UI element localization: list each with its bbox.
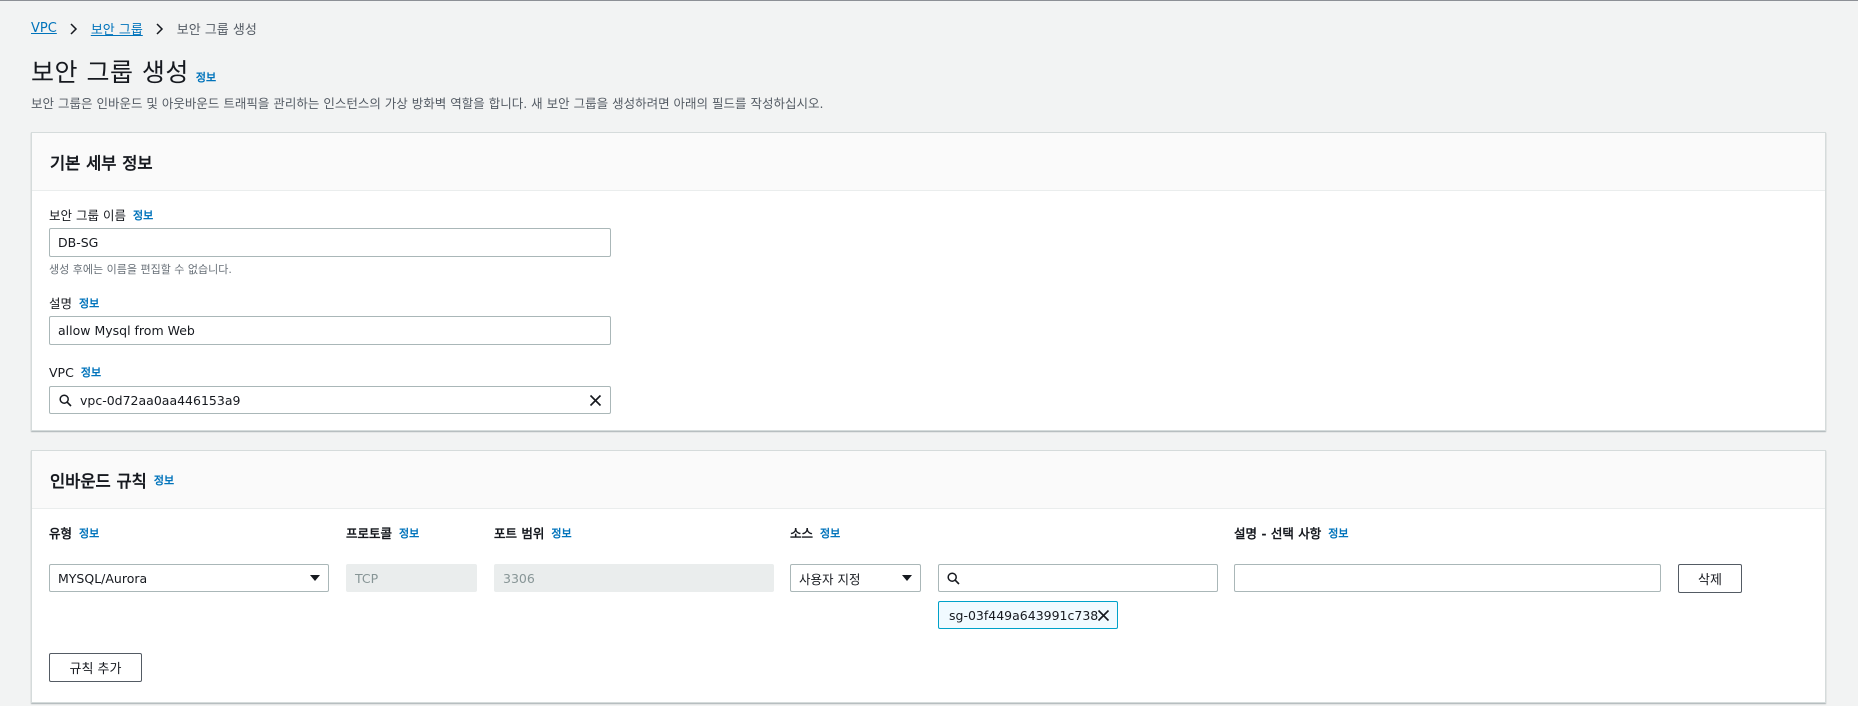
breadcrumb-security-groups-link[interactable]: 보안 그룹 <box>91 19 143 38</box>
col-description-info-link[interactable]: 정보 <box>1328 525 1348 541</box>
sg-name-input[interactable]: DB-SG <box>49 228 611 257</box>
rule-source-type-value: 사용자 지정 <box>799 571 861 587</box>
col-type: 유형 정보 <box>49 523 99 542</box>
chevron-right-icon <box>69 22 79 35</box>
col-type-label: 유형 <box>49 526 73 541</box>
page-header: 보안 그룹 생성 정보 <box>31 53 216 89</box>
breadcrumb-vpc-link[interactable]: VPC <box>31 21 57 36</box>
col-port-label: 포트 범위 <box>494 526 545 541</box>
inbound-rules-title: 인바운드 규칙 <box>50 471 147 491</box>
source-token: sg-03f449a643991c738 <box>938 601 1118 629</box>
caret-down-icon <box>310 575 320 581</box>
description-info-link[interactable]: 정보 <box>79 295 99 311</box>
page-description: 보안 그룹은 인바운드 및 아웃바운드 트래픽을 관리하는 인스턴스의 가상 방… <box>31 96 824 111</box>
col-protocol-label: 프로토콜 <box>346 526 393 541</box>
col-port: 포트 범위 정보 <box>494 523 572 542</box>
basic-details-title: 기본 세부 정보 <box>50 153 153 173</box>
vpc-label: VPC <box>49 364 74 380</box>
col-source-info-link[interactable]: 정보 <box>820 525 840 541</box>
rule-source-search-input[interactable] <box>938 564 1218 592</box>
rule-type-value: MYSQL/Aurora <box>58 570 148 586</box>
rule-port-value: 3306 <box>503 570 535 586</box>
sg-name-label-row: 보안 그룹 이름 정보 <box>49 205 153 224</box>
col-source: 소스 정보 <box>790 523 840 542</box>
source-token-label: sg-03f449a643991c738 <box>949 607 1099 623</box>
col-port-info-link[interactable]: 정보 <box>551 525 571 541</box>
delete-rule-button[interactable]: 삭제 <box>1678 564 1742 593</box>
vpc-label-row: VPC 정보 <box>49 364 101 380</box>
col-protocol-info-link[interactable]: 정보 <box>399 525 419 541</box>
close-icon[interactable] <box>1097 609 1110 622</box>
add-rule-button[interactable]: 규칙 추가 <box>49 653 142 682</box>
breadcrumb-current: 보안 그룹 생성 <box>176 23 257 38</box>
sg-name-label: 보안 그룹 이름 <box>49 208 126 223</box>
rule-type-select[interactable]: MYSQL/Aurora <box>49 564 329 592</box>
caret-down-icon <box>902 575 912 581</box>
vpc-select-input[interactable]: vpc-0d72aa0aa446153a9 <box>49 386 611 414</box>
basic-details-header: 기본 세부 정보 <box>32 133 1825 191</box>
description-input[interactable]: allow Mysql from Web <box>49 316 611 345</box>
breadcrumb: VPC 보안 그룹 보안 그룹 생성 <box>31 19 257 38</box>
rule-port-input: 3306 <box>494 564 774 592</box>
page-title: 보안 그룹 생성 <box>31 58 189 87</box>
vpc-value: vpc-0d72aa0aa446153a9 <box>80 392 241 408</box>
description-label: 설명 <box>49 296 73 311</box>
rule-description-input[interactable] <box>1234 564 1661 592</box>
search-icon <box>59 393 72 407</box>
search-icon <box>947 571 960 585</box>
col-description: 설명 - 선택 사항 정보 <box>1234 523 1349 542</box>
description-value: allow Mysql from Web <box>58 323 195 338</box>
col-description-label: 설명 - 선택 사항 <box>1234 526 1322 541</box>
vpc-info-link[interactable]: 정보 <box>81 364 101 380</box>
inbound-rules-header: 인바운드 규칙 정보 <box>32 451 1825 509</box>
inbound-info-link[interactable]: 정보 <box>154 472 174 488</box>
inbound-rules-panel: 인바운드 규칙 정보 유형 정보 프로토콜 정보 포트 범위 정보 소스 정보 … <box>31 450 1826 703</box>
sg-name-value: DB-SG <box>58 235 99 250</box>
chevron-right-icon <box>155 22 165 35</box>
page-info-link[interactable]: 정보 <box>196 69 216 85</box>
close-icon[interactable] <box>589 394 602 407</box>
description-label-row: 설명 정보 <box>49 293 99 312</box>
rule-source-type-select[interactable]: 사용자 지정 <box>790 564 921 592</box>
sg-name-info-link[interactable]: 정보 <box>133 207 153 223</box>
rule-protocol-value: TCP <box>355 570 379 586</box>
col-protocol: 프로토콜 정보 <box>346 523 419 542</box>
col-source-label: 소스 <box>790 526 814 541</box>
rule-protocol-input: TCP <box>346 564 477 592</box>
sg-name-hint: 생성 후에는 이름을 편집할 수 없습니다. <box>49 263 232 276</box>
col-type-info-link[interactable]: 정보 <box>79 525 99 541</box>
basic-details-panel: 기본 세부 정보 보안 그룹 이름 정보 DB-SG 생성 후에는 이름을 편집… <box>31 132 1826 431</box>
